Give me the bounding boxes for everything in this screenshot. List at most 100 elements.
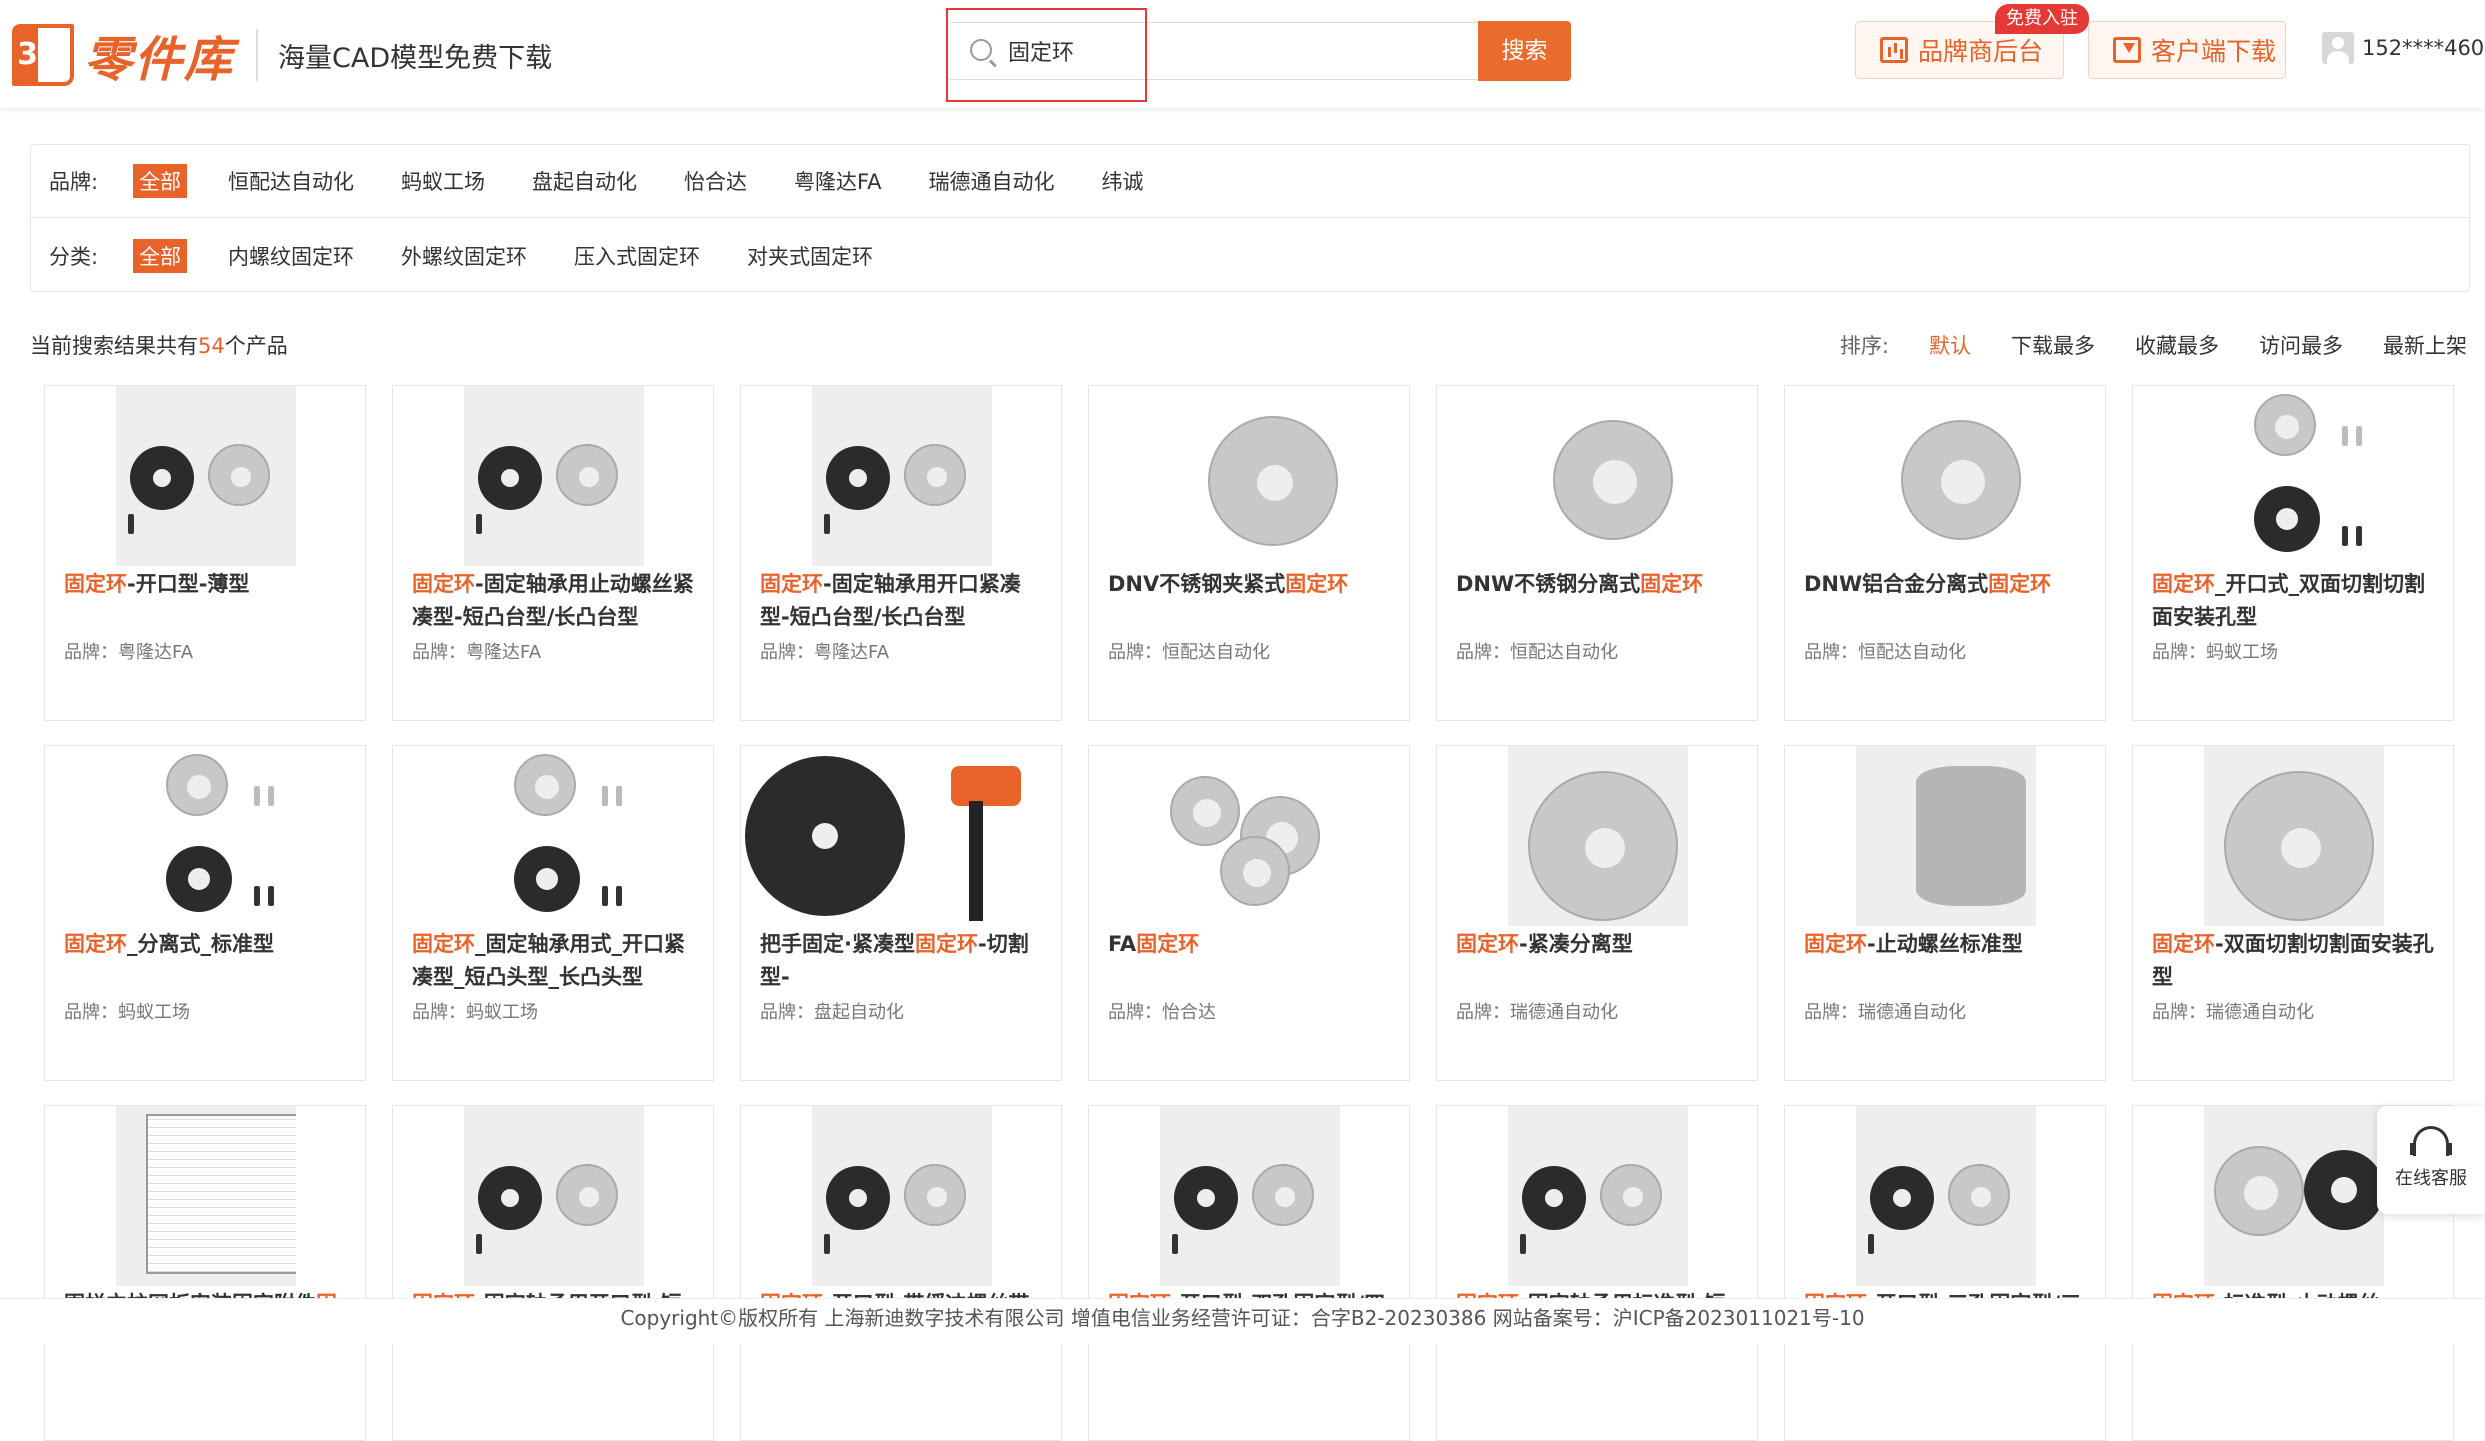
product-title[interactable]: 固定环-紧凑分离型: [1456, 928, 1742, 961]
product-title[interactable]: DNW铝合金分离式固定环: [1804, 568, 2090, 601]
product-title[interactable]: 固定环-固定轴承用止动螺丝紧凑型-短凸台型/长凸台型: [412, 568, 698, 634]
product-card[interactable]: 固定环-固定轴承用止动螺丝紧凑型-短凸台型/长凸台型 品牌：粤隆达FA: [392, 385, 714, 721]
product-card[interactable]: 固定环_固定轴承用式_开口紧凑型_短凸头型_长凸头型 品牌：蚂蚁工场: [392, 745, 714, 1081]
screw-shape: [476, 1234, 482, 1254]
category-option[interactable]: 对夹式固定环: [747, 241, 873, 271]
product-image[interactable]: [2204, 386, 2384, 566]
ring-shape: [556, 1164, 618, 1226]
sort-option-visits[interactable]: 访问最多: [2259, 330, 2343, 360]
sort-option-default[interactable]: 默认: [1929, 330, 1971, 360]
product-title[interactable]: 固定环-固定轴承用开口紧凑型-短凸台型/长凸台型: [760, 568, 1046, 634]
product-title[interactable]: 把手固定·紧凑型固定环-切割型-: [760, 928, 1046, 994]
headset-icon: [2410, 1126, 2452, 1156]
product-image[interactable]: [1856, 386, 2036, 566]
product-image[interactable]: [116, 386, 296, 566]
product-title[interactable]: 固定环-止动螺丝标准型: [1804, 928, 2090, 961]
category-option[interactable]: 外螺纹固定环: [401, 241, 527, 271]
product-image[interactable]: [1508, 746, 1688, 926]
product-card[interactable]: 固定环-固定轴承用开口型-短: [392, 1105, 714, 1441]
chart-icon: [1880, 37, 1908, 63]
product-image[interactable]: [116, 746, 296, 926]
user-phone: 152****4608: [2362, 36, 2485, 60]
screw-shape: [268, 886, 274, 906]
product-title[interactable]: 固定环_开口式_双面切割切割面安装孔型: [2152, 568, 2438, 634]
product-image[interactable]: [464, 746, 644, 926]
screw-shape: [254, 886, 260, 906]
product-title-keyword: 固定环: [1988, 572, 2052, 596]
product-card[interactable]: DNW不锈钢分离式固定环品牌：恒配达自动化: [1436, 385, 1758, 721]
product-title[interactable]: 固定环-双面切割切割面安装孔型: [2152, 928, 2438, 994]
product-image[interactable]: [464, 1106, 644, 1286]
brand-option[interactable]: 全部: [133, 164, 187, 198]
product-title[interactable]: DNV不锈钢夹紧式固定环: [1108, 568, 1394, 601]
product-image[interactable]: [1508, 386, 1688, 566]
product-card[interactable]: 固定环-固定轴承用标准型-短: [1436, 1105, 1758, 1441]
screw-shape: [2356, 426, 2362, 446]
product-image[interactable]: [1508, 1106, 1688, 1286]
site-logo[interactable]: 3D 零件库 海量CAD模型免费下载: [12, 20, 552, 90]
brand-option[interactable]: 纬诚: [1102, 166, 1144, 196]
product-title[interactable]: 固定环-开口型-薄型: [64, 568, 350, 601]
product-image[interactable]: [2204, 746, 2384, 926]
result-count-suffix: 个产品: [224, 334, 288, 358]
product-image[interactable]: [1160, 386, 1340, 566]
brand-option[interactable]: 恒配达自动化: [228, 166, 354, 196]
logo-divider: [256, 29, 259, 81]
product-title-suffix: -开口型-薄型: [127, 572, 250, 596]
sort-option-newest[interactable]: 最新上架: [2383, 330, 2467, 360]
client-download-button[interactable]: 客户端下载: [2088, 21, 2286, 79]
product-card[interactable]: 固定环_分离式_标准型 品牌：蚂蚁工场: [44, 745, 366, 1081]
product-image[interactable]: [1160, 746, 1340, 926]
ring-shape: [826, 446, 890, 510]
product-card[interactable]: 固定环-紧凑分离型 品牌：瑞德通自动化: [1436, 745, 1758, 1081]
free-join-badge: 免费入驻: [1995, 4, 2089, 34]
product-card[interactable]: DNW铝合金分离式固定环 品牌：恒配达自动化: [1784, 385, 2106, 721]
product-title-prefix: FA: [1108, 932, 1137, 956]
product-title-prefix: DNW铝合金分离式: [1804, 572, 1989, 596]
product-card[interactable]: 把手固定·紧凑型固定环-切割型- 品牌：盘起自动化: [740, 745, 1062, 1081]
product-image[interactable]: [812, 1106, 992, 1286]
product-card[interactable]: 固定环-开口型-带缓冲螺丝带: [740, 1105, 1062, 1441]
brand-filter-row: 品牌: 全部 恒配达自动化 蚂蚁工场 盘起自动化 怡合达 粤隆达FA 瑞德通自动…: [31, 145, 2469, 218]
sort-option-favorites[interactable]: 收藏最多: [2135, 330, 2219, 360]
brand-filter-label: 品牌:: [49, 170, 99, 194]
category-option[interactable]: 全部: [133, 238, 187, 273]
product-title-keyword: 固定环: [2152, 572, 2215, 596]
online-service-button[interactable]: 在线客服: [2377, 1106, 2485, 1214]
brand-option[interactable]: 怡合达: [684, 166, 747, 196]
category-option[interactable]: 内螺纹固定环: [228, 241, 354, 271]
product-card[interactable]: 固定环-开口型-薄型 品牌：粤隆达FA: [44, 385, 366, 721]
product-image[interactable]: [464, 386, 644, 566]
brand-option[interactable]: 蚂蚁工场: [401, 166, 485, 196]
product-title[interactable]: 固定环_固定轴承用式_开口紧凑型_短凸头型_长凸头型: [412, 928, 698, 994]
brand-option[interactable]: 粤隆达FA: [794, 166, 882, 196]
product-card[interactable]: 围栏立柱网板安装固定附件固: [44, 1105, 366, 1441]
product-image[interactable]: [2204, 1106, 2384, 1286]
brand-option[interactable]: 瑞德通自动化: [929, 166, 1055, 196]
product-image[interactable]: [116, 1106, 296, 1286]
product-card[interactable]: 固定环_开口式_双面切割切割面安装孔型 品牌：蚂蚁工场: [2132, 385, 2454, 721]
product-card[interactable]: 固定环-固定轴承用开口紧凑型-短凸台型/长凸台型 品牌：粤隆达FA: [740, 385, 1062, 721]
category-option[interactable]: 压入式固定环: [574, 241, 700, 271]
sort-option-downloads[interactable]: 下载最多: [2011, 330, 2095, 360]
product-card[interactable]: 固定环-双面切割切割面安装孔型 品牌：瑞德通自动化: [2132, 745, 2454, 1081]
product-image[interactable]: [1856, 1106, 2036, 1286]
product-title[interactable]: DNW不锈钢分离式固定环: [1456, 568, 1742, 601]
product-brand: 品牌：恒配达自动化: [1456, 642, 1618, 663]
product-image[interactable]: [1856, 746, 2036, 926]
brand-option[interactable]: 盘起自动化: [532, 166, 637, 196]
product-image[interactable]: [1160, 1106, 1340, 1286]
product-image[interactable]: [812, 386, 992, 566]
product-title[interactable]: 固定环_分离式_标准型: [64, 928, 350, 961]
product-card[interactable]: DNV不锈钢夹紧式固定环 品牌：恒配达自动化: [1088, 385, 1410, 721]
product-card[interactable]: 固定环-开口型-双孔固定型/四: [1088, 1105, 1410, 1441]
product-title[interactable]: FA固定环: [1108, 928, 1394, 961]
product-card[interactable]: 固定环-开口型-三孔固定型/三: [1784, 1105, 2106, 1441]
product-card[interactable]: 固定环-止动螺丝标准型 品牌：瑞德通自动化: [1784, 745, 2106, 1081]
user-menu[interactable]: 152****4608: [2322, 32, 2485, 64]
product-image[interactable]: [741, 746, 1061, 926]
search-button[interactable]: 搜索: [1478, 21, 1571, 81]
product-title-prefix: DNV不锈钢夹紧式: [1108, 572, 1286, 596]
product-card[interactable]: FA固定环 品牌：怡合达: [1088, 745, 1410, 1081]
screw-shape: [602, 886, 608, 906]
